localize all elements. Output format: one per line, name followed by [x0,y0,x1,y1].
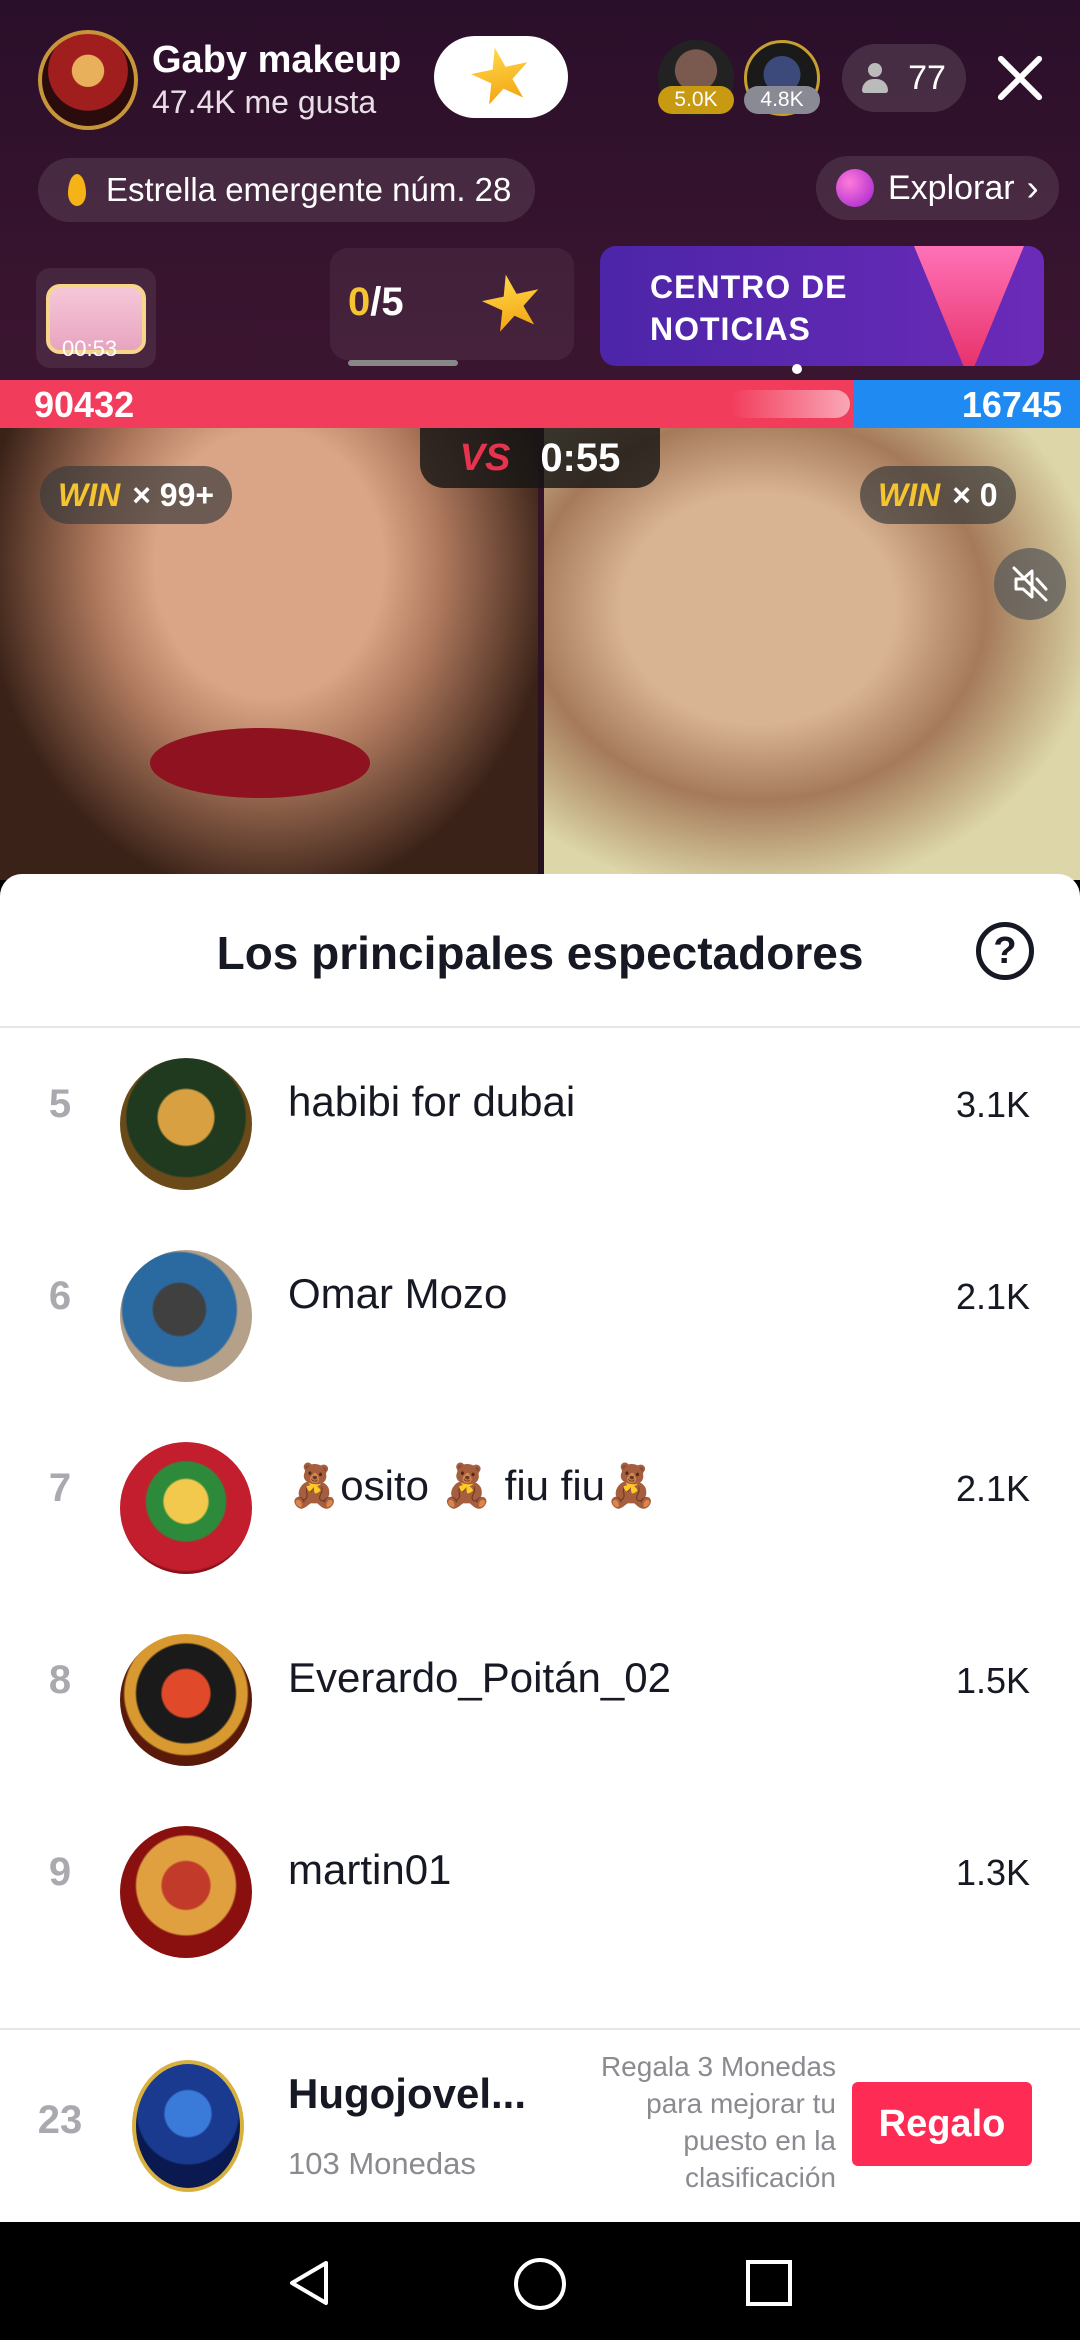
avatar[interactable] [120,1826,252,1958]
username: 🧸osito 🧸 fiu fiu🧸 [288,1462,658,1509]
goal-current: 0 [348,280,371,324]
left-team-score: 90432 [34,384,135,425]
speaker-muted-icon [1012,566,1048,602]
list-item[interactable]: 6 Omar Mozo 2.1K [0,1220,1080,1412]
rising-star-label: Estrella emergente núm. 28 [106,171,512,208]
news-center-label: CENTRO DE NOTICIAS [650,269,848,347]
right-team-score: 16745 [961,384,1062,425]
host-avatar[interactable] [38,30,138,130]
explore-button[interactable]: Explorar › [816,156,1059,220]
treasure-chest[interactable]: 00:53 [36,268,156,368]
left-win-count: × 99+ [132,476,215,513]
chest-timer: 00:53 [62,336,118,361]
goal-widget[interactable]: 0/5 [330,248,574,366]
top-viewers-sheet: Los principales espectadores ? 5 habibi … [0,874,1080,2222]
live-stream-area: Gaby makeup 47.4K me gusta 5.0K 4.8K 77 … [0,0,1080,880]
explore-label: Explorar [888,168,1015,207]
rising-star-pill[interactable]: Estrella emergente núm. 28 [38,158,536,222]
system-nav-bar [0,2222,1080,2340]
list-item[interactable]: 8 Everardo_Poitán_02 1.5K [0,1604,1080,1796]
goal-total: /5 [370,280,404,324]
gift-button[interactable]: Regalo [852,2082,1032,2166]
avatar[interactable] [120,1634,252,1766]
my-avatar[interactable] [132,2060,244,2192]
rank-hint: Regala 3 Monedas para mejorar tu puesto … [600,2051,836,2193]
rank: 7 [48,1466,72,1510]
username: habibi for dubai [288,1078,576,1125]
person-icon [862,63,889,93]
sheet-title: Los principales espectadores [216,927,864,979]
username: martin01 [288,1846,452,1893]
score-swoosh [730,390,850,418]
my-coins: 103 Monedas [288,2146,476,2181]
rank: 5 [48,1082,72,1126]
my-rank-row: 23 Hugojovel... 103 Monedas Regala 3 Mon… [0,2028,1080,2222]
help-icon[interactable]: ? [976,922,1034,980]
chevron-right-icon: › [1026,167,1039,208]
list-item[interactable]: 7 🧸osito 🧸 fiu fiu🧸 2.1K [0,1412,1080,1604]
viewer-count-button[interactable]: 77 [842,44,966,112]
list-item[interactable]: 9 martin01 1.3K [0,1796,1080,1988]
viewer-count: 77 [908,58,946,97]
list-item[interactable]: 5 habibi for dubai 3.1K [0,1028,1080,1220]
rank: 6 [48,1274,72,1318]
planet-icon [836,169,874,207]
recent-apps-icon[interactable] [744,2258,794,2308]
score: 3.1K [955,1084,1030,1125]
battle-timer: VS 0:55 [420,428,660,488]
rank: 8 [48,1658,72,1702]
rank: 9 [48,1850,72,1894]
left-win-streak: WIN × 99+ [40,466,233,524]
score: 1.5K [955,1660,1030,1701]
top-viewer-badge: 4.8K [744,86,820,114]
host-name: Gaby makeup [152,39,402,81]
right-win-streak: WIN × 0 [860,466,1016,524]
star-icon [465,41,536,112]
score: 2.1K [955,1468,1030,1509]
avatar[interactable] [120,1442,252,1574]
carousel-dot [792,364,802,374]
follow-button[interactable] [434,36,568,118]
back-icon[interactable] [286,2258,332,2308]
avatar[interactable] [120,1250,252,1382]
avatar[interactable] [120,1058,252,1190]
flame-icon [68,174,86,206]
vs-icon: VS [459,436,511,479]
star-icon [482,274,542,334]
score: 2.1K [955,1276,1030,1317]
username: Omar Mozo [288,1270,508,1317]
right-win-count: × 0 [952,476,998,513]
my-username: Hugojovel... [288,2070,527,2117]
top-viewer-badge: 5.0K [658,86,734,114]
goal-progress-bar [348,360,458,366]
mute-button[interactable] [994,548,1066,620]
right-win-label: WIN [878,476,941,513]
left-win-label: WIN [58,476,121,513]
score: 1.3K [955,1852,1030,1893]
battle-timer-value: 0:55 [540,435,621,480]
my-rank: 23 [37,2098,83,2142]
close-icon[interactable] [990,48,1050,108]
username: Everardo_Poitán_02 [288,1654,671,1701]
battle-score-bar: 90432 16745 [0,380,1080,428]
home-icon[interactable] [512,2256,568,2312]
news-center-card[interactable]: CENTRO DE NOTICIAS [600,246,1044,366]
host-likes: 47.4K me gusta [152,84,377,120]
host-info[interactable]: Gaby makeup 47.4K me gusta [38,24,401,136]
